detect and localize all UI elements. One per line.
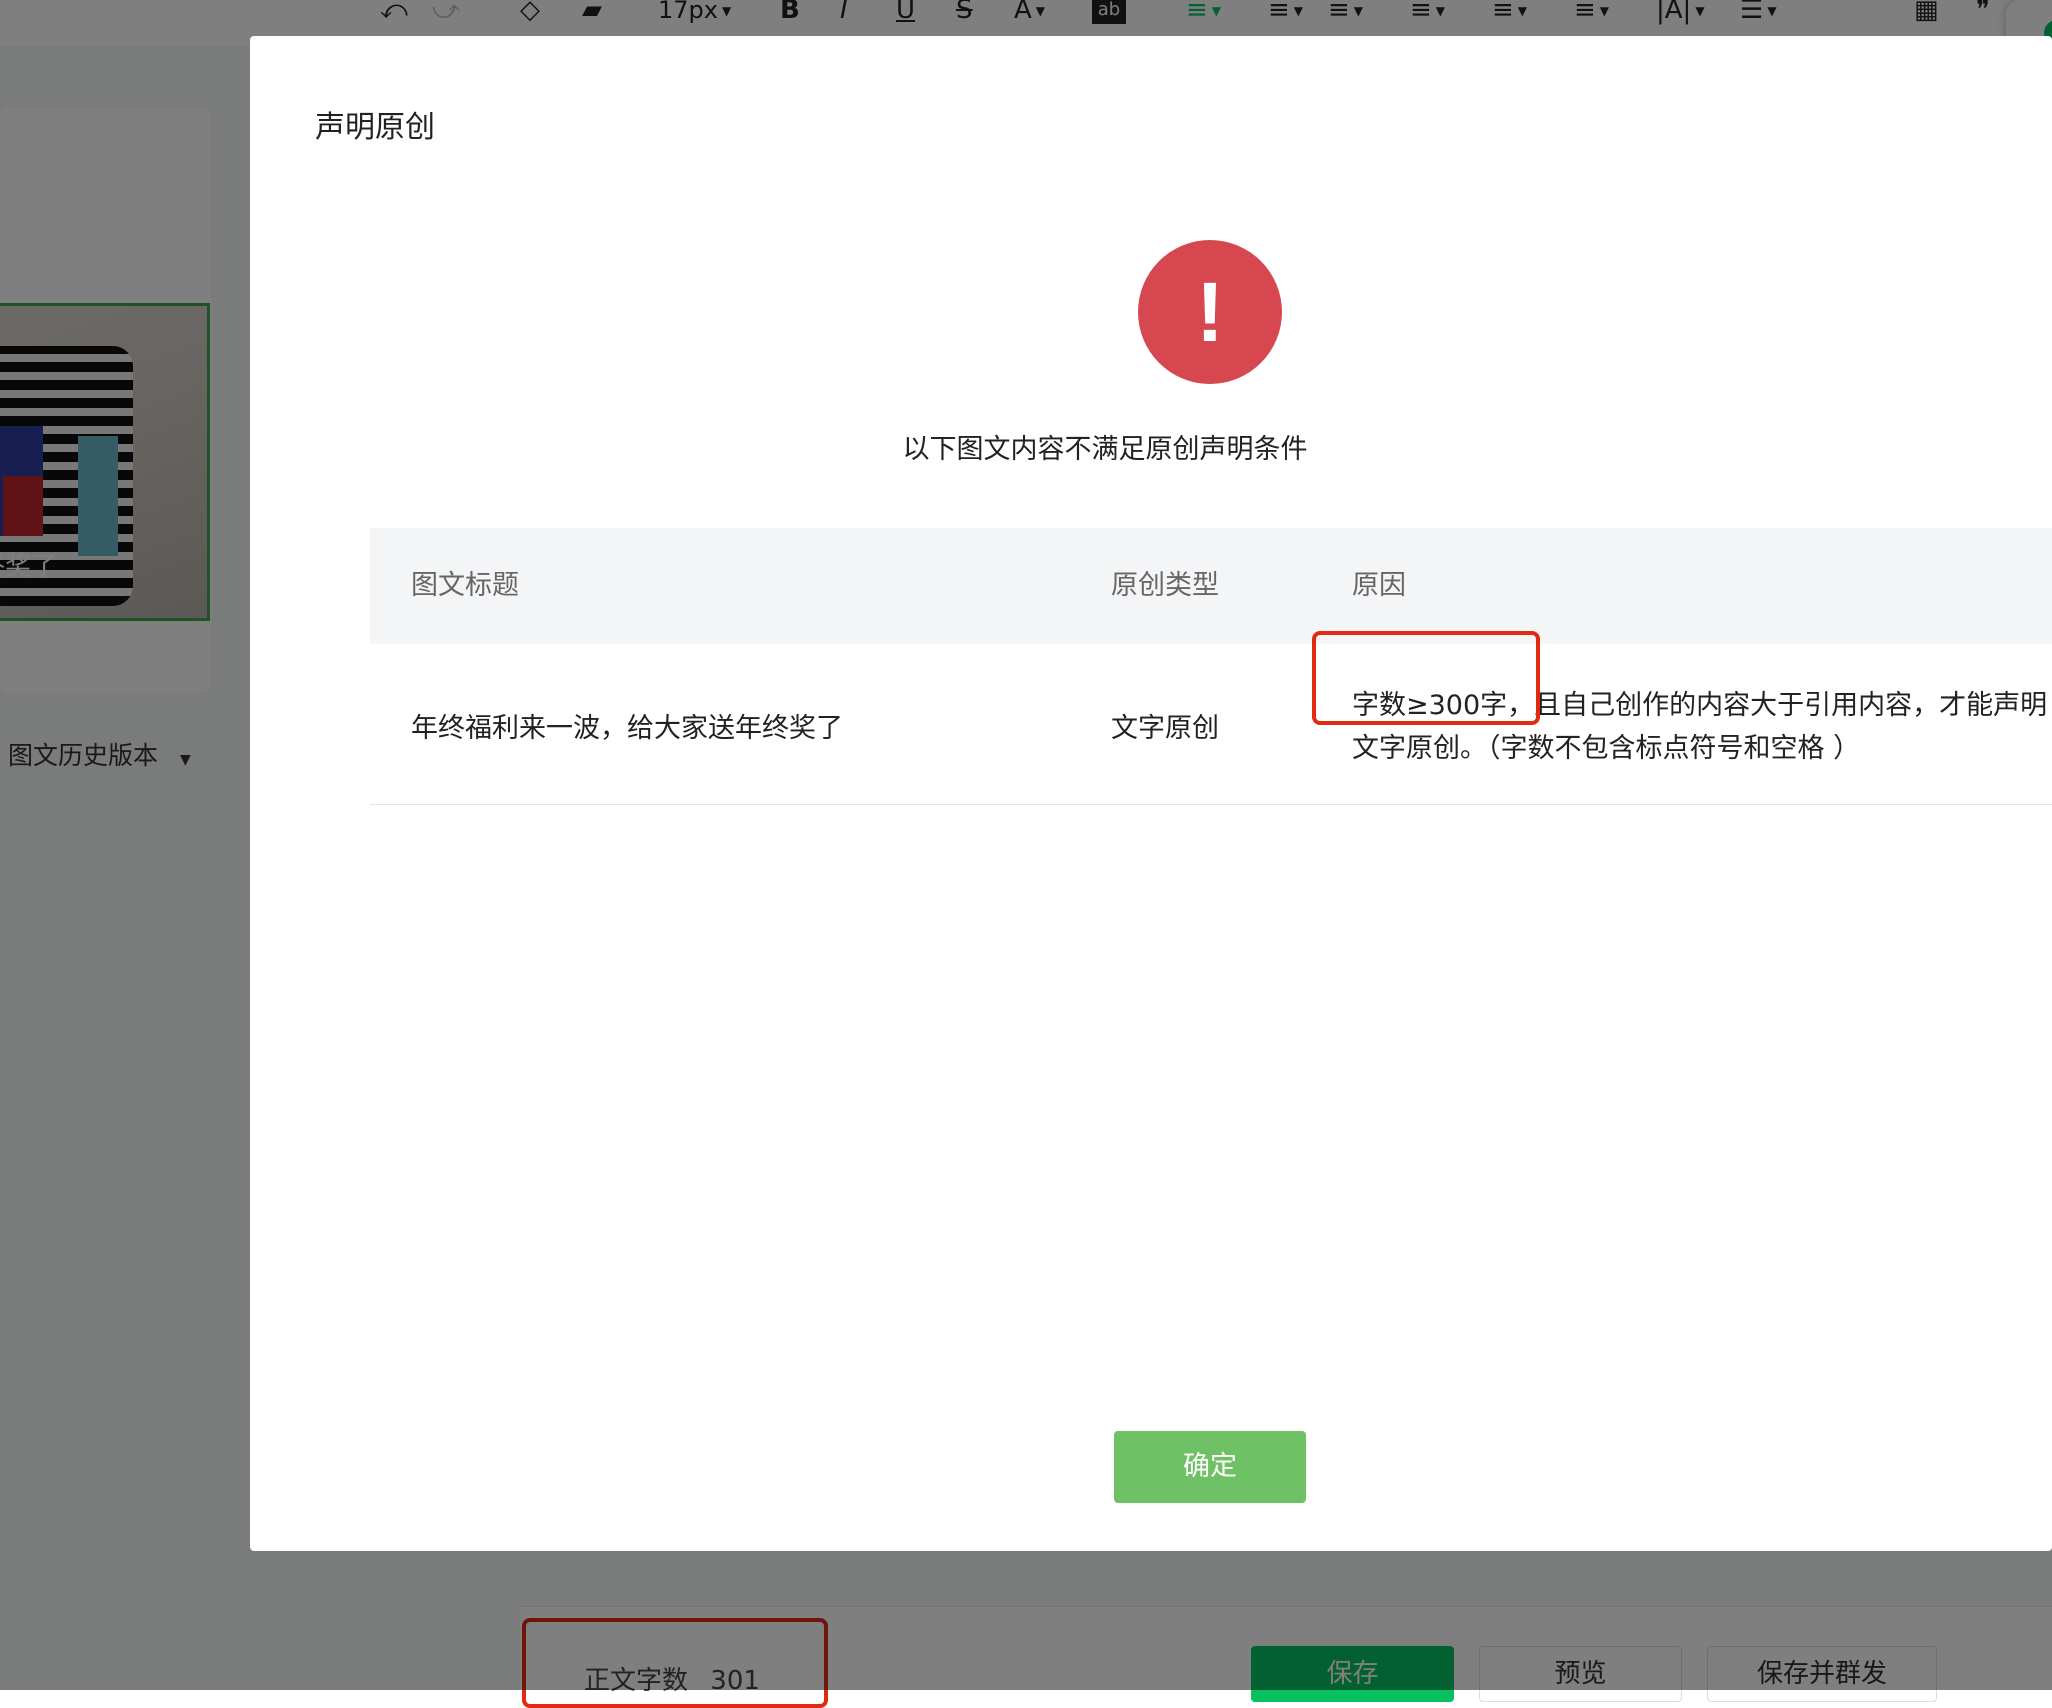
confirm-button[interactable]: 确定 [1114, 1431, 1306, 1503]
highlight-box-reason [1312, 631, 1540, 725]
row-article-title: 年终福利来一波，给大家送年终奖了 [411, 713, 843, 744]
row-original-type: 文字原创 [1111, 713, 1219, 744]
column-header-reason: 原因 [1352, 570, 1406, 601]
dialog-title: 声明原创 [315, 110, 435, 145]
column-header-title: 图文标题 [411, 570, 519, 601]
table-header: 图文标题 原创类型 原因 [370, 528, 2052, 644]
exclamation-icon: ! [1138, 240, 1282, 384]
column-header-type: 原创类型 [1111, 570, 1219, 601]
declare-original-dialog: 声明原创 ! 以下图文内容不满足原创声明条件 图文标题 原创类型 原因 年终福利… [250, 36, 2052, 1551]
table-row: 年终福利来一波，给大家送年终奖了 文字原创 字数≥300字，且自己创作的内容大于… [370, 644, 2052, 805]
dialog-message: 以下图文内容不满足原创声明条件 [902, 434, 1308, 465]
